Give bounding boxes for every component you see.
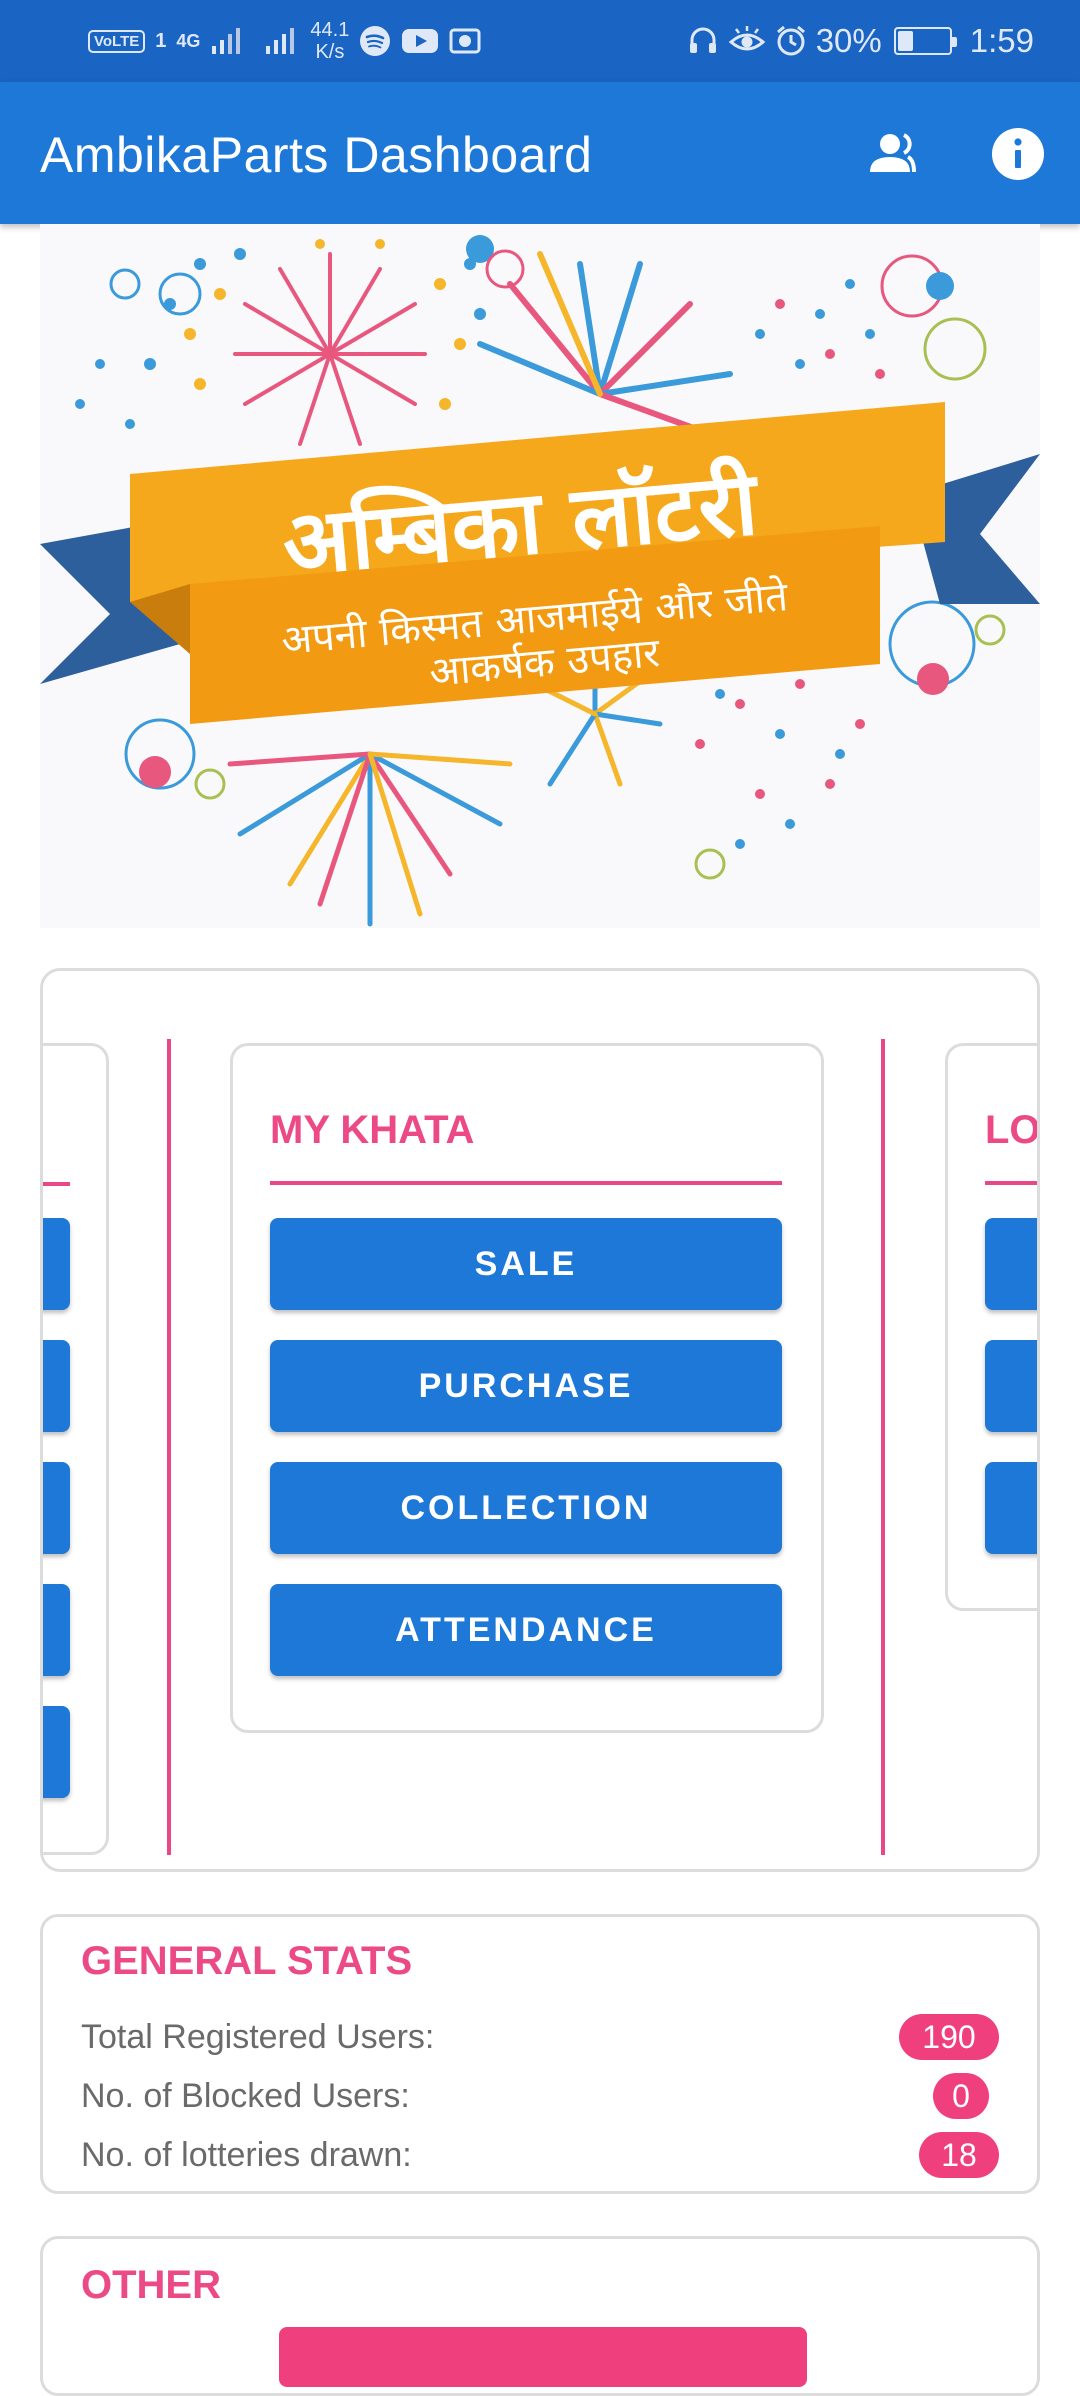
other-card: OTHER <box>40 2236 1040 2396</box>
stat-row: Total Registered Users: 190 <box>81 2013 999 2061</box>
previous-card-button-3[interactable] <box>43 1462 70 1554</box>
khata-carousel[interactable]: MY KHATA SALE PURCHASE COLLECTION ATTEND… <box>40 968 1040 1872</box>
network-type: 4G <box>176 30 201 51</box>
stat-badge: 190 <box>899 2014 999 2060</box>
stat-badge: 0 <box>933 2073 989 2119</box>
next-card-button-3[interactable] <box>985 1462 1037 1554</box>
signal-icon-2 <box>266 28 295 54</box>
banner-artwork: अम्बिका लॉटरी अपनी किस्मत आजमाईये और जीत… <box>40 235 1040 927</box>
clock: 1:59 <box>969 22 1034 59</box>
signal-icon <box>212 28 241 54</box>
firework-stars <box>755 279 875 369</box>
firework-stars <box>715 689 845 849</box>
stat-badge: 18 <box>919 2132 999 2178</box>
lottery-banner: अम्बिका लॉटरी अपनी किस्मत आजमाईये और जीत… <box>40 224 1040 928</box>
next-card-button-2[interactable] <box>985 1340 1037 1432</box>
stat-label: Total Registered Users: <box>81 2017 435 2056</box>
next-card-title: LOT <box>985 1108 1040 1152</box>
purchase-button[interactable]: PURCHASE <box>270 1340 782 1432</box>
volte-badge: VoLTE <box>88 29 146 53</box>
previous-card-button-2[interactable] <box>43 1340 70 1432</box>
general-stats-card: GENERAL STATS Total Registered Users: 19… <box>40 1914 1040 2194</box>
previous-card-button-5[interactable] <box>43 1706 70 1798</box>
firework-burst <box>233 252 427 446</box>
network-speed: 44.1 K/s <box>310 19 349 63</box>
card-divider <box>881 1039 885 1855</box>
alarm-icon <box>776 25 805 56</box>
section-title: OTHER <box>81 2263 221 2307</box>
stat-label: No. of Blocked Users: <box>81 2076 410 2115</box>
battery-level <box>897 31 913 51</box>
previous-card-button-1[interactable] <box>43 1218 70 1310</box>
app-title: AmbikaParts Dashboard <box>40 127 593 183</box>
section-title: GENERAL STATS <box>81 1939 413 1983</box>
sim-indicator: 1 <box>155 29 167 52</box>
status-bar: VoLTE 1 4G 44.1 K/s 30% 1:59 <box>0 0 1080 82</box>
card-title-rule <box>43 1182 70 1186</box>
battery-percent: 30% <box>815 22 882 59</box>
next-card: LOT <box>945 1043 1040 1611</box>
previous-card-button-4[interactable] <box>43 1584 70 1676</box>
speed-unit: K/s <box>315 41 345 63</box>
screenshot-icon <box>449 28 481 54</box>
users-icon[interactable] <box>864 122 928 186</box>
firework-burst <box>227 751 513 927</box>
speed-value: 44.1 <box>310 19 350 41</box>
card-title: MY KHATA <box>270 1108 475 1152</box>
previous-card <box>43 1043 109 1855</box>
stat-label: No. of lotteries drawn: <box>81 2135 412 2174</box>
collection-button[interactable]: COLLECTION <box>270 1462 782 1554</box>
firework-dots <box>184 239 466 410</box>
card-divider <box>167 1039 171 1855</box>
sale-button[interactable]: SALE <box>270 1218 782 1310</box>
other-button[interactable] <box>279 2327 807 2387</box>
attendance-button[interactable]: ATTENDANCE <box>270 1584 782 1676</box>
eye-comfort-icon <box>728 26 765 51</box>
next-card-button-1[interactable] <box>985 1218 1037 1310</box>
info-icon[interactable] <box>990 126 1046 182</box>
firework-stars <box>775 299 885 379</box>
stat-row: No. of Blocked Users: 0 <box>81 2072 999 2120</box>
headset-icon <box>689 27 716 53</box>
card-title-rule <box>985 1181 1037 1185</box>
spotify-icon <box>360 26 391 56</box>
card-title-rule <box>270 1181 782 1185</box>
stat-row: No. of lotteries drawn: 18 <box>81 2131 999 2179</box>
my-khata-card: MY KHATA SALE PURCHASE COLLECTION ATTEND… <box>230 1043 824 1733</box>
youtube-icon <box>402 29 439 53</box>
battery-icon <box>893 27 957 55</box>
app-bar: AmbikaParts Dashboard <box>0 82 1080 224</box>
